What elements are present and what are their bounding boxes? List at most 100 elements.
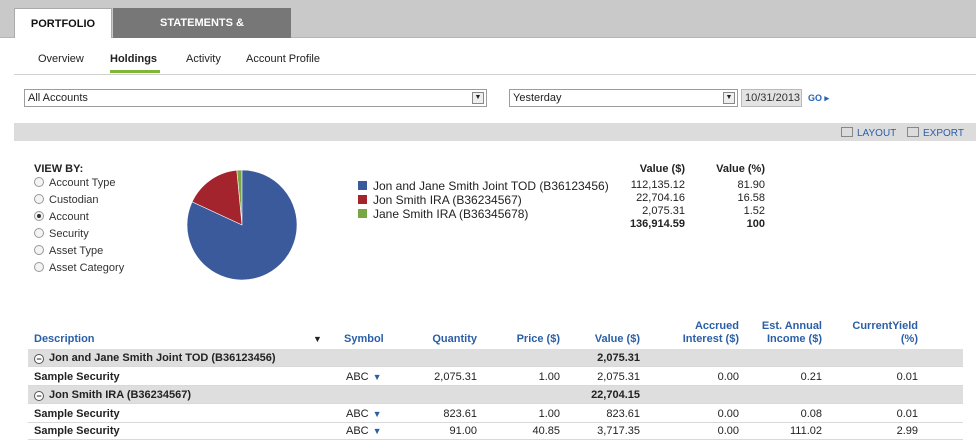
chevron-down-icon[interactable]: ▼ — [472, 92, 484, 104]
row-price: 40.85 — [532, 425, 560, 437]
date-input[interactable]: 10/31/2013 — [741, 89, 802, 107]
group-row[interactable]: − Jon and Jane Smith Joint TOD (B36123456… — [28, 349, 963, 367]
col-header-description[interactable]: Description — [34, 333, 95, 346]
col-header-yield-line1: CurrentYield — [852, 320, 918, 332]
row-quantity: 2,075.31 — [434, 371, 477, 383]
row-value: 2,075.31 — [597, 371, 640, 383]
chevron-down-icon[interactable]: ▼ — [723, 92, 735, 104]
tab-statements-documents[interactable]: STATEMENTS & DOCUMENTS — [113, 8, 291, 59]
row-description: Sample Security — [34, 371, 120, 383]
toolbar-strip — [14, 123, 976, 141]
col-header-yield[interactable]: CurrentYield (%) — [840, 320, 918, 346]
row-income: 0.08 — [800, 408, 822, 420]
go-button[interactable]: GO ▸ — [808, 93, 829, 104]
row-quantity: 91.00 — [449, 425, 477, 437]
radio-custodian[interactable]: Custodian — [34, 194, 99, 206]
top-tab-bar: PORTFOLIO STATEMENTS & DOCUMENTS — [0, 0, 976, 59]
view-by-title: VIEW BY: — [34, 163, 84, 175]
chevron-down-icon[interactable]: ▼ — [373, 372, 382, 382]
row-price: 1.00 — [538, 408, 560, 420]
tab-portfolio[interactable]: PORTFOLIO — [14, 8, 112, 38]
legend-swatch — [358, 195, 367, 204]
radio-icon — [34, 177, 44, 187]
group-value: 2,075.31 — [597, 352, 640, 364]
radio-label: Asset Category — [49, 262, 125, 274]
subtab-account-profile[interactable]: Account Profile — [246, 53, 320, 65]
legend-item: Jane Smith IRA (B36345678) — [358, 207, 528, 221]
layout-button[interactable]: LAYOUT — [841, 127, 896, 139]
period-select[interactable]: Yesterday ▼ — [509, 89, 738, 107]
account-select-value: All Accounts — [28, 92, 88, 104]
row-symbol[interactable]: ABC ▼ — [346, 368, 382, 386]
table-row[interactable]: Sample Security ABC ▼ 91.00 40.85 3,717.3… — [28, 422, 963, 440]
col-header-accrued-line2: Interest ($) — [682, 333, 739, 345]
collapse-icon[interactable]: − — [34, 354, 44, 364]
col-header-income-line1: Est. Annual — [761, 320, 822, 332]
radio-icon — [34, 262, 44, 272]
go-label: GO — [808, 93, 823, 103]
layout-label: LAYOUT — [857, 128, 897, 139]
account-percent: 81.90 — [737, 179, 765, 191]
divider — [14, 74, 976, 75]
export-button[interactable]: EXPORT — [907, 127, 964, 139]
play-icon: ▸ — [824, 93, 830, 103]
radio-account-type[interactable]: Account Type — [34, 177, 115, 189]
legend-label: Jon Smith IRA (B36234567) — [373, 193, 522, 207]
chevron-down-icon[interactable]: ▼ — [373, 426, 382, 436]
table-row[interactable]: Sample Security ABC ▼ 2,075.31 1.00 2,075… — [28, 368, 963, 386]
radio-asset-type[interactable]: Asset Type — [34, 245, 103, 257]
legend-item: Jon Smith IRA (B36234567) — [358, 193, 522, 207]
row-value: 823.61 — [606, 408, 640, 420]
row-quantity: 823.61 — [443, 408, 477, 420]
row-description: Sample Security — [34, 425, 120, 437]
subtab-activity[interactable]: Activity — [186, 53, 221, 65]
col-header-quantity[interactable]: Quantity — [420, 333, 477, 346]
percent-header: Value (%) — [716, 163, 765, 175]
row-yield: 2.99 — [896, 425, 918, 437]
radio-label: Custodian — [49, 194, 99, 206]
radio-label: Asset Type — [49, 245, 104, 257]
row-accrued: 0.00 — [717, 371, 739, 383]
col-header-accrued-line1: Accrued — [694, 320, 739, 332]
radio-icon — [34, 194, 44, 204]
group-label: Jon Smith IRA (B36234567) — [49, 389, 192, 401]
account-select[interactable]: All Accounts ▼ — [24, 89, 487, 107]
row-symbol[interactable]: ABC ▼ — [346, 405, 382, 423]
account-value: 2,075.31 — [642, 205, 685, 217]
col-header-price[interactable]: Price ($) — [500, 333, 560, 346]
col-header-income[interactable]: Est. Annual Income ($) — [750, 320, 822, 346]
legend-item: Jon and Jane Smith Joint TOD (B36123456) — [358, 179, 609, 193]
row-income: 0.21 — [800, 371, 822, 383]
radio-security[interactable]: Security — [34, 228, 89, 240]
col-header-value[interactable]: Value ($) — [580, 333, 640, 346]
chevron-down-icon[interactable]: ▼ — [373, 409, 382, 419]
row-price: 1.00 — [538, 371, 560, 383]
table-row[interactable]: Sample Security ABC ▼ 823.61 1.00 823.61 … — [28, 405, 963, 423]
export-label: EXPORT — [923, 128, 964, 139]
row-accrued: 0.00 — [717, 425, 739, 437]
radio-asset-category[interactable]: Asset Category — [34, 262, 124, 274]
total-value: 136,914.59 — [629, 218, 685, 230]
legend-swatch — [358, 209, 367, 218]
collapse-icon[interactable]: − — [34, 391, 44, 401]
radio-account[interactable]: Account — [34, 211, 89, 223]
group-label: Jon and Jane Smith Joint TOD (B36123456) — [49, 352, 276, 364]
active-tab-indicator — [110, 70, 160, 73]
row-symbol[interactable]: ABC ▼ — [346, 422, 382, 440]
legend-label: Jane Smith IRA (B36345678) — [373, 207, 529, 221]
radio-label: Account Type — [49, 177, 116, 189]
account-percent: 1.52 — [743, 205, 765, 217]
legend-swatch — [358, 181, 367, 190]
col-header-symbol[interactable]: Symbol — [344, 333, 384, 346]
subtab-overview[interactable]: Overview — [38, 53, 84, 65]
value-header: Value ($) — [639, 163, 685, 175]
account-percent: 16.58 — [737, 192, 765, 204]
col-header-accrued[interactable]: Accrued Interest ($) — [670, 320, 739, 346]
subtab-holdings[interactable]: Holdings — [110, 53, 157, 65]
radio-icon — [34, 228, 44, 238]
row-income: 111.02 — [789, 425, 822, 437]
col-header-income-line2: Income ($) — [766, 333, 822, 345]
sort-down-icon[interactable]: ▼ — [313, 334, 322, 344]
group-row[interactable]: − Jon Smith IRA (B36234567) 22,704.15 — [28, 386, 963, 404]
radio-label: Account — [49, 211, 89, 223]
